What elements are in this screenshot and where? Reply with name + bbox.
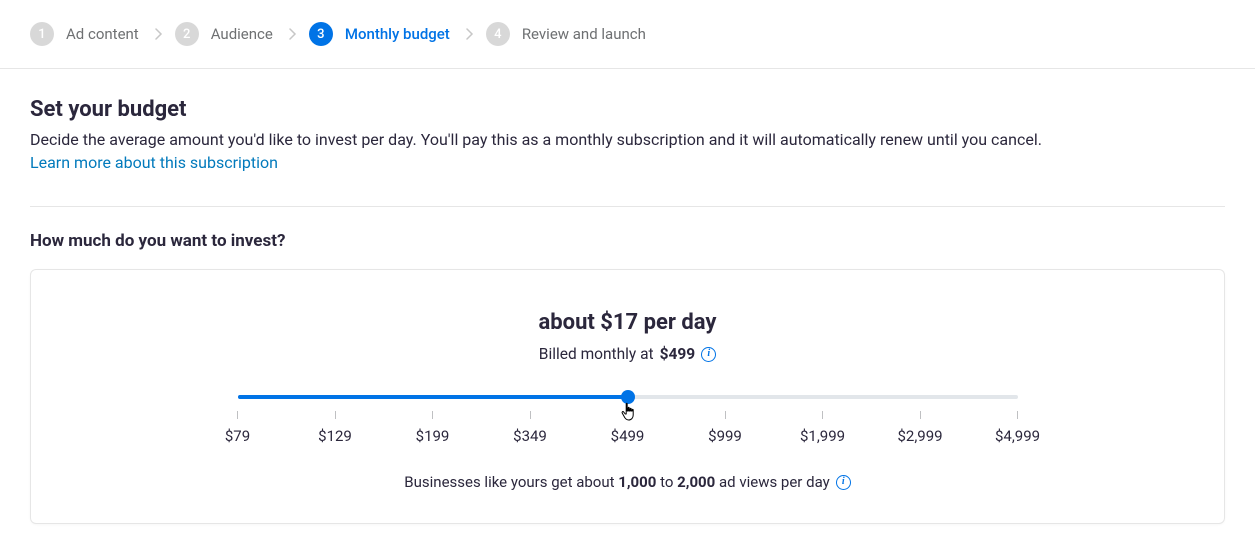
progress-stepper: 1 Ad content 2 Audience 3 Monthly budget…: [0, 0, 1255, 69]
slider-track-fill: [238, 395, 628, 399]
footnote-mid: to: [656, 473, 677, 491]
tick-line: [920, 411, 921, 419]
info-icon[interactable]: i: [836, 475, 851, 490]
page-subtext: Decide the average amount you'd like to …: [30, 130, 1225, 149]
billed-amount: $499: [660, 345, 696, 363]
page-title: Set your budget: [30, 97, 1225, 122]
divider: [30, 206, 1225, 207]
tick-label: $79: [225, 427, 250, 445]
tick-line: [432, 411, 433, 419]
tick-line: [335, 411, 336, 419]
step-label: Review and launch: [522, 25, 646, 43]
chevron-right-icon: [289, 25, 297, 44]
ad-views-footnote: Businesses like yours get about 1,000 to…: [55, 473, 1200, 491]
footnote-prefix: Businesses like yours get about: [404, 473, 618, 491]
tick-label: $499: [611, 427, 645, 445]
info-icon[interactable]: i: [701, 347, 716, 362]
tick-label: $4,999: [995, 427, 1040, 445]
billed-prefix: Billed monthly at: [539, 345, 654, 363]
learn-more-link[interactable]: Learn more about this subscription: [30, 153, 278, 172]
step-label: Audience: [211, 25, 273, 43]
tick-label: $199: [416, 427, 450, 445]
tick-label: $349: [513, 427, 547, 445]
slider-track[interactable]: [238, 395, 1018, 399]
step-number: 1: [30, 22, 54, 46]
billed-monthly: Billed monthly at $499 i: [55, 345, 1200, 363]
page-content: Set your budget Decide the average amoun…: [0, 69, 1255, 554]
step-number: 4: [486, 22, 510, 46]
footnote-low: 1,000: [618, 473, 656, 491]
tick-label: $2,999: [897, 427, 942, 445]
step-number: 2: [175, 22, 199, 46]
tick-line: [725, 411, 726, 419]
step-label: Ad content: [66, 25, 139, 43]
step-label: Monthly budget: [345, 25, 450, 43]
invest-question: How much do you want to invest?: [30, 231, 1225, 251]
budget-card: about $17 per day Billed monthly at $499…: [30, 269, 1225, 524]
tick-label: $129: [318, 427, 352, 445]
slider-thumb[interactable]: [621, 390, 635, 404]
tick-label: $1,999: [800, 427, 845, 445]
tick-line: [822, 411, 823, 419]
daily-amount-headline: about $17 per day: [55, 310, 1200, 335]
step-ad-content[interactable]: 1 Ad content: [30, 22, 161, 46]
step-review-launch[interactable]: 4 Review and launch: [486, 22, 646, 46]
step-monthly-budget[interactable]: 3 Monthly budget: [309, 22, 472, 46]
step-audience[interactable]: 2 Audience: [175, 22, 295, 46]
chevron-right-icon: [155, 25, 163, 44]
footnote-suffix: ad views per day: [715, 473, 829, 491]
budget-slider-wrap: $79 $129 $199 $349 $499 $999 $1,999 $2,9…: [238, 395, 1018, 445]
tick-line: [530, 411, 531, 419]
tick-label: $999: [708, 427, 742, 445]
step-number: 3: [309, 22, 333, 46]
tick-line: [1017, 411, 1018, 419]
tick-line: [237, 411, 238, 419]
footnote-high: 2,000: [677, 473, 715, 491]
tick-line: [627, 411, 628, 419]
chevron-right-icon: [466, 25, 474, 44]
slider-ticks: $79 $129 $199 $349 $499 $999 $1,999 $2,9…: [238, 411, 1018, 445]
